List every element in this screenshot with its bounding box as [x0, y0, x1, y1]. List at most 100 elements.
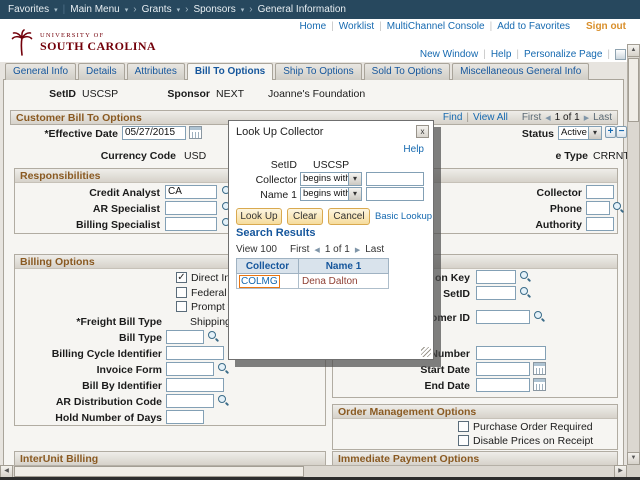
collector-input[interactable]	[586, 185, 614, 199]
lookup-icon[interactable]	[612, 201, 625, 214]
prompt-checkbox[interactable]	[176, 301, 187, 312]
view-100-link[interactable]: View 100	[236, 244, 277, 255]
calendar-icon[interactable]	[189, 126, 202, 139]
basic-lookup-link[interactable]: Basic Lookup	[375, 211, 432, 222]
result-collector-link[interactable]: COLMG	[239, 274, 280, 288]
next-row-icon[interactable]	[584, 114, 589, 122]
vertical-scroll-thumb[interactable]	[628, 58, 639, 122]
start-date-input[interactable]	[476, 362, 530, 376]
view-all-link[interactable]: View All	[473, 112, 508, 123]
previous-row-icon[interactable]	[545, 114, 550, 122]
cancel-button[interactable]: Cancel	[328, 208, 370, 225]
lookup-icon[interactable]	[217, 362, 230, 375]
number-input[interactable]	[476, 346, 546, 360]
first-row-link[interactable]: First	[522, 112, 541, 123]
lookup-icon[interactable]	[207, 330, 220, 343]
invoice-form-input[interactable]	[166, 362, 214, 376]
last-row-link[interactable]: Last	[593, 112, 612, 123]
result-name-link[interactable]: Dena Dalton	[302, 276, 358, 287]
credit-analyst-input[interactable]: CA	[165, 185, 217, 199]
status-select[interactable]: Active	[558, 126, 602, 140]
breadcrumb-grants[interactable]: Grants	[142, 4, 172, 15]
setid-label: SetID	[49, 88, 76, 100]
breadcrumb-sponsors[interactable]: Sponsors	[193, 4, 235, 15]
scroll-up-icon[interactable]	[627, 44, 640, 57]
name1-search-input[interactable]	[366, 187, 424, 201]
lookup-icon[interactable]	[533, 310, 546, 323]
tab-bill-to-options[interactable]: Bill To Options	[186, 63, 274, 80]
results-first: First	[289, 244, 310, 255]
tab-general-info[interactable]: General Info	[5, 63, 77, 80]
interunit-billing-header: InterUnit Billing	[14, 451, 326, 466]
calendar-icon[interactable]	[533, 378, 546, 391]
purchase-order-required-checkbox[interactable]	[458, 421, 469, 432]
billing-cycle-input[interactable]	[166, 346, 224, 360]
lookup-icon[interactable]	[519, 286, 532, 299]
ar-specialist-input[interactable]	[165, 201, 217, 215]
scroll-down-icon[interactable]	[627, 452, 640, 465]
ar-distribution-code-input[interactable]	[166, 394, 214, 408]
bill-by-identifier-input[interactable]	[166, 378, 224, 392]
customer-id-input[interactable]	[476, 310, 530, 324]
copy-url-icon[interactable]	[615, 49, 626, 60]
favorites-menu[interactable]: Favorites	[8, 4, 49, 15]
direct-invoice-checkbox[interactable]	[176, 272, 187, 283]
billing-specialist-input[interactable]	[165, 217, 217, 231]
multichannel-console-link[interactable]: MultiChannel Console	[387, 21, 485, 32]
tab-attributes[interactable]: Attributes	[126, 63, 185, 80]
rate-type-value: CRRNT	[593, 150, 630, 162]
logo-line-2: SOUTH CAROLINA	[40, 38, 156, 53]
previous-page-icon[interactable]	[314, 246, 319, 254]
collector-operator-select[interactable]: begins with	[300, 172, 362, 186]
collector-search-input[interactable]	[366, 172, 424, 186]
federal-highway-checkbox[interactable]	[176, 287, 187, 298]
key-input[interactable]	[476, 270, 516, 284]
result-row: COLMG Dena Dalton	[236, 273, 389, 289]
add-row-button[interactable]	[605, 126, 616, 138]
tab-ship-to-options[interactable]: Ship To Options	[275, 63, 362, 80]
lookup-icon[interactable]	[519, 270, 532, 283]
tab-details[interactable]: Details	[78, 63, 125, 80]
effective-date-input[interactable]: 05/27/2015	[122, 126, 186, 140]
modal-help-link[interactable]: Help	[403, 144, 424, 155]
clear-button[interactable]: Clear	[287, 208, 323, 225]
collector-column-header: Collector	[236, 258, 299, 274]
home-link[interactable]: Home	[299, 21, 326, 32]
horizontal-scroll-thumb[interactable]	[14, 466, 304, 477]
personalize-page-link[interactable]: Personalize Page	[524, 49, 602, 60]
add-to-favorites-link[interactable]: Add to Favorites	[497, 21, 570, 32]
right-setid-input[interactable]	[476, 286, 516, 300]
bill-type-input[interactable]	[166, 330, 204, 344]
separator	[511, 49, 524, 60]
disable-prices-checkbox[interactable]	[458, 435, 469, 446]
breadcrumb-separator-icon	[249, 4, 252, 15]
separator	[63, 4, 66, 15]
help-link[interactable]: Help	[491, 49, 512, 60]
lookup-collector-dialog: Look Up Collector Help SetID USCSP Colle…	[228, 120, 434, 360]
resize-grip[interactable]	[421, 347, 431, 357]
sign-out-link[interactable]: Sign out	[586, 21, 626, 32]
name1-operator-select[interactable]: begins with	[300, 187, 362, 201]
sponsor-name: Joanne's Foundation	[268, 88, 366, 100]
modal-setid-label: SetID	[270, 159, 297, 171]
end-date-input[interactable]	[476, 378, 530, 392]
next-page-icon[interactable]	[355, 246, 360, 254]
results-counter: 1 of 1	[324, 244, 350, 255]
bill-by-identifier-label: Bill By Identifier	[82, 380, 162, 392]
worklist-link[interactable]: Worklist	[339, 21, 374, 32]
tab-sold-to-options[interactable]: Sold To Options	[363, 63, 451, 80]
find-link[interactable]: Find	[443, 112, 462, 123]
main-menu[interactable]: Main Menu	[70, 4, 119, 15]
new-window-link[interactable]: New Window	[420, 49, 478, 60]
lookup-icon[interactable]	[217, 394, 230, 407]
phone-input[interactable]	[586, 201, 610, 215]
close-icon[interactable]	[416, 125, 429, 138]
delete-row-button[interactable]	[616, 126, 627, 138]
calendar-icon[interactable]	[533, 362, 546, 375]
hold-number-of-days-input[interactable]	[166, 410, 204, 424]
invoice-form-label: Invoice Form	[96, 364, 162, 376]
tab-misc-general-info[interactable]: Miscellaneous General Info	[452, 63, 590, 80]
look-up-button[interactable]: Look Up	[236, 208, 282, 225]
modal-collector-label: Collector	[255, 174, 297, 186]
authority-input[interactable]	[586, 217, 614, 231]
